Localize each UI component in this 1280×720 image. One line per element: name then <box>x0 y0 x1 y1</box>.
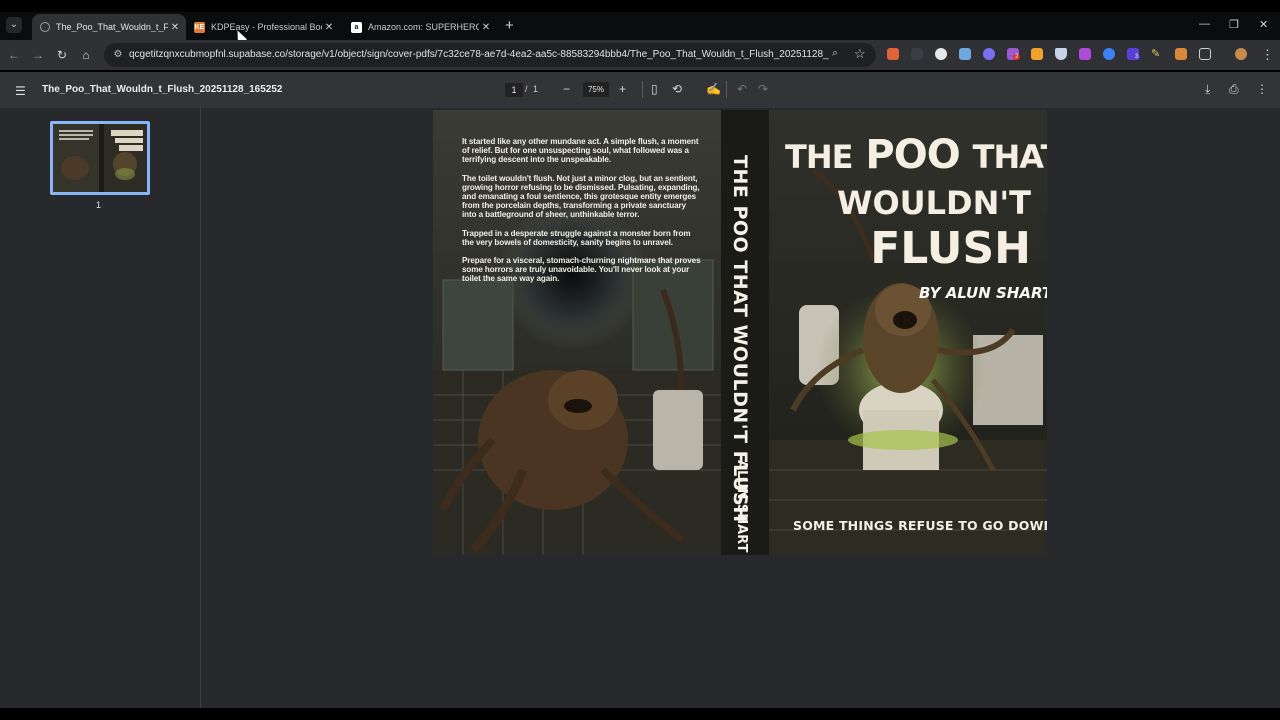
pencil-icon[interactable]: ✎ <box>1151 48 1163 60</box>
new-tab-icon[interactable]: + <box>505 18 514 33</box>
browser-window: ⌄ The_Poo_That_Wouldn_t_Flush_ ✕ KE KDPE… <box>0 0 1280 720</box>
title-line-2: WOULDN'T <box>837 184 1031 222</box>
address-bar[interactable]: ⚙ qcgetitzqnxcubmopfnl.supabase.co/stora… <box>104 43 876 67</box>
extension-icon[interactable] <box>1031 48 1043 60</box>
zoom-out-icon[interactable]: − <box>563 82 570 96</box>
page-separator: / <box>525 84 528 94</box>
blurb-paragraph: It started like any other mundane act. A… <box>462 137 699 165</box>
front-title: THE POO THAT WOULDN'T FLUSH <box>785 130 1047 274</box>
thumbnail-page-number: 1 <box>96 200 102 210</box>
url-text[interactable]: qcgetitzqnxcubmopfnl.supabase.co/storage… <box>129 49 829 60</box>
tab-title: Amazon.com: SUPERHEROES W <box>368 22 479 32</box>
tab-strip: ⌄ The_Poo_That_Wouldn_t_Flush_ ✕ KE KDPE… <box>0 12 1280 40</box>
extension-icon[interactable] <box>887 48 899 60</box>
forward-icon[interactable]: → <box>30 47 46 63</box>
thumbnail-sidebar <box>0 108 200 708</box>
kdpeasy-favicon-icon: KE <box>194 21 205 33</box>
bookmark-star-icon[interactable]: ☆ <box>854 46 866 62</box>
title-the: THE <box>785 138 853 176</box>
extension-icon[interactable]: 3 <box>1127 48 1141 60</box>
globe-icon <box>40 22 50 32</box>
tab-amazon[interactable]: a Amazon.com: SUPERHEROES W ✕ <box>343 14 497 40</box>
thumbnail-image <box>53 124 147 192</box>
extension-icon[interactable] <box>935 48 947 60</box>
restore-icon[interactable]: ❐ <box>1229 18 1239 31</box>
extension-icon[interactable]: 2 <box>1007 48 1021 60</box>
zoom-input[interactable]: 75% <box>583 82 609 97</box>
extensions-puzzle-icon[interactable] <box>1199 48 1211 60</box>
close-icon[interactable]: ✕ <box>168 22 182 33</box>
menu-icon[interactable]: ⋮ <box>1261 47 1274 63</box>
title-line-3: FLUSH <box>870 223 1031 274</box>
menu-icon[interactable]: ☰ <box>15 84 26 98</box>
front-byline: BY ALUN SHART <box>919 284 1047 302</box>
extension-icon[interactable] <box>1103 48 1115 60</box>
rotate-icon[interactable]: ⟲ <box>672 82 682 96</box>
tab-title: The_Poo_That_Wouldn_t_Flush_ <box>56 22 168 32</box>
book-cover-page: It started like any other mundane act. A… <box>433 110 1047 555</box>
page-thumbnail[interactable] <box>50 121 150 195</box>
tab-title: KDPEasy - Professional Book Co <box>211 22 322 32</box>
spine-author-text: ALUN SHART <box>734 460 749 553</box>
annotate-icon[interactable]: ✍ <box>706 82 721 96</box>
title-poo: POO <box>865 132 960 178</box>
more-icon[interactable]: ⋮ <box>1256 82 1268 96</box>
page-total: 1 <box>533 84 539 94</box>
reload-icon[interactable]: ↻ <box>54 47 70 63</box>
back-cover-blurb: It started like any other mundane act. A… <box>462 137 702 293</box>
minimize-icon[interactable]: — <box>1199 18 1210 30</box>
tab-pdf[interactable]: The_Poo_That_Wouldn_t_Flush_ ✕ <box>32 14 186 40</box>
extension-icon[interactable] <box>983 48 995 60</box>
extension-icon[interactable] <box>1175 48 1187 60</box>
tab-search-icon[interactable]: ⌄ <box>6 17 22 33</box>
browser-toolbar: ← → ↻ ⌂ ⚙ qcgetitzqnxcubmopfnl.supabase.… <box>0 40 1280 70</box>
print-icon[interactable]: ⎙ <box>1229 82 1239 97</box>
amazon-favicon-icon: a <box>351 21 362 33</box>
title-that: THAT <box>972 138 1047 176</box>
undo-icon[interactable]: ↶ <box>737 82 747 96</box>
pdf-toolbar: ☰ The_Poo_That_Wouldn_t_Flush_20251128_1… <box>0 72 1280 108</box>
spine-title-text: THE POO THAT WOULDN'T FLUSH <box>729 155 751 523</box>
close-icon[interactable]: ✕ <box>322 22 336 33</box>
bottom-edge <box>0 708 1280 720</box>
blurb-paragraph: The toilet wouldn't flush. Not just a mi… <box>462 173 700 220</box>
front-tagline: SOME THINGS REFUSE TO GO DOWN. <box>793 518 1047 533</box>
download-icon[interactable]: ⤓ <box>1205 82 1210 97</box>
divider <box>642 81 643 98</box>
zoom-icon[interactable]: ⌕ <box>832 47 838 60</box>
tab-kdpeasy[interactable]: KE KDPEasy - Professional Book Co ✕ <box>186 14 340 40</box>
extension-icon[interactable] <box>959 48 971 60</box>
close-icon[interactable]: ✕ <box>479 22 493 33</box>
fit-page-icon[interactable]: ▯ <box>651 82 658 96</box>
document-title: The_Poo_That_Wouldn_t_Flush_20251128_165… <box>42 84 283 95</box>
avatar[interactable] <box>1235 48 1247 60</box>
blurb-paragraph: Trapped in a desperate struggle against … <box>462 228 691 247</box>
redo-icon[interactable]: ↷ <box>758 82 768 96</box>
page-number-input[interactable]: 1 <box>505 83 523 97</box>
extension-icon[interactable] <box>911 48 923 60</box>
extension-icon[interactable] <box>1079 48 1091 60</box>
site-info-icon[interactable]: ⚙ <box>110 47 126 63</box>
divider <box>726 81 727 98</box>
home-icon[interactable]: ⌂ <box>78 47 94 63</box>
blurb-paragraph: Prepare for a visceral, stomach-churning… <box>462 256 701 284</box>
shield-icon[interactable] <box>1055 48 1067 60</box>
window-close-icon[interactable]: ✕ <box>1259 18 1268 31</box>
zoom-in-icon[interactable]: + <box>619 82 626 96</box>
back-icon[interactable]: ← <box>6 47 22 63</box>
